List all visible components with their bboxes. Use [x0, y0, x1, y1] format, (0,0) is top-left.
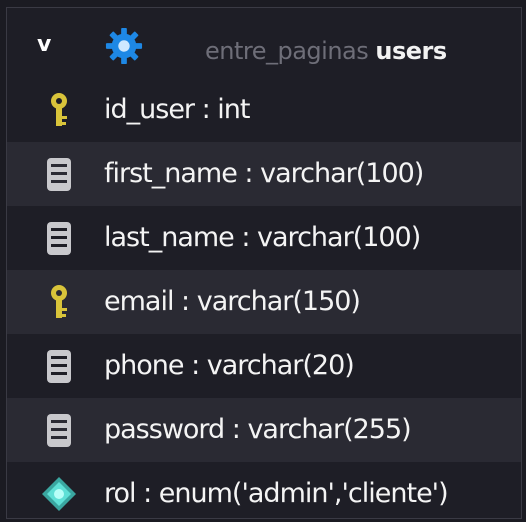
column-row[interactable]: first_name : varchar(100)	[7, 142, 521, 206]
database-name: entre_paginas	[205, 37, 369, 65]
table-name: users	[375, 37, 447, 65]
column-label: password : varchar(255)	[104, 414, 412, 445]
key-icon	[51, 93, 67, 126]
column-icon	[47, 350, 71, 383]
column-label: last_name : varchar(100)	[104, 222, 421, 253]
column-row[interactable]: phone : varchar(20)	[7, 334, 521, 398]
collapse-toggle[interactable]: v	[37, 34, 51, 56]
column-label: phone : varchar(20)	[104, 350, 355, 381]
column-row[interactable]: rol : enum('admin','cliente')	[7, 462, 521, 518]
enum-icon	[42, 477, 76, 511]
column-label: id_user : int	[104, 94, 250, 125]
column-row[interactable]: last_name : varchar(100)	[7, 206, 521, 270]
column-row[interactable]: email : varchar(150)	[7, 270, 521, 334]
column-icon	[47, 158, 71, 191]
column-icon	[47, 222, 71, 255]
column-row[interactable]: id_user : int	[7, 78, 521, 142]
column-label: rol : enum('admin','cliente')	[104, 478, 449, 509]
column-icon	[47, 414, 71, 447]
column-row[interactable]: password : varchar(255)	[7, 398, 521, 462]
column-label: email : varchar(150)	[104, 286, 361, 317]
table-title: entre_paginas users	[205, 36, 447, 66]
key-icon	[51, 285, 67, 318]
table-header[interactable]: v entre_paginas users	[7, 8, 521, 78]
table-panel: v entre_paginas users id_user: int firs…	[6, 7, 522, 519]
gear-icon	[105, 27, 143, 65]
column-label: first_name : varchar(100)	[104, 158, 424, 189]
